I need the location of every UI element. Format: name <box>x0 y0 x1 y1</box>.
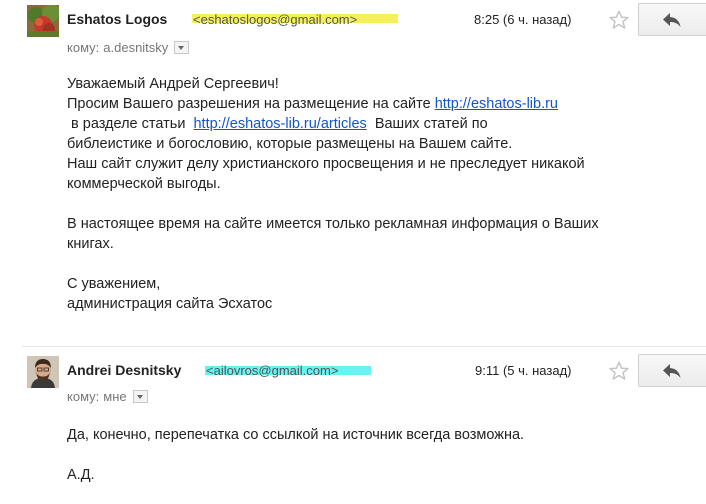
sender-avatar[interactable] <box>27 5 59 37</box>
sender-email: <ailovros@gmail.com> <box>206 363 339 378</box>
sender-avatar[interactable] <box>27 356 59 388</box>
recipient-line: кому: a.desnitsky <box>67 40 190 55</box>
chevron-down-icon[interactable] <box>132 390 148 403</box>
message-time[interactable]: 9:11 (5 ч. назад) <box>475 363 571 378</box>
sender-name[interactable]: Andrei Desnitsky <box>67 362 181 378</box>
reply-arrow-icon <box>663 364 681 378</box>
sender-name[interactable]: Eshatos Logos <box>67 11 167 27</box>
articles-link[interactable]: http://eshatos-lib.ru/articles <box>193 116 366 132</box>
reply-arrow-icon <box>663 13 681 27</box>
body-line: книгах. <box>67 236 114 252</box>
body-line: библеистике и богословию, которые размещ… <box>67 136 513 152</box>
sender-email: <eshatoslogos@gmail.com> <box>193 12 358 27</box>
star-outline-icon[interactable] <box>608 360 630 382</box>
to-value: мне <box>103 389 127 404</box>
body-greeting: Уважаемый Андрей Сергеевич! <box>67 76 279 92</box>
message-1: Eshatos Logos <eshatoslogos@gmail.com> 8… <box>0 0 706 346</box>
message-body: Да, конечно, перепечатка со ссылкой на и… <box>67 425 524 485</box>
body-signature: А.Д. <box>67 467 95 483</box>
to-label: кому: <box>67 389 100 404</box>
body-line: В настоящее время на сайте имеется тольк… <box>67 216 599 232</box>
body-line: Да, конечно, перепечатка со ссылкой на и… <box>67 427 525 443</box>
to-value: a.desnitsky <box>103 40 169 55</box>
body-line: Наш сайт служит делу христианского просв… <box>67 156 585 172</box>
avatar-image <box>27 356 59 388</box>
message-2: Andrei Desnitsky <ailovros@gmail.com> 9:… <box>0 347 706 504</box>
avatar-image <box>27 5 59 37</box>
body-line: в разделе статьи http://eshatos-lib.ru/a… <box>67 116 488 132</box>
body-line: администрация сайта Эсхатос <box>67 296 273 312</box>
message-time[interactable]: 8:25 (6 ч. назад) <box>474 12 571 27</box>
body-line: С уважением, <box>67 276 161 292</box>
body-line: Просим Вашего разрешения на размещение н… <box>67 96 559 112</box>
recipient-line: кому: мне <box>67 389 148 404</box>
body-line: коммерческой выгоды. <box>67 176 221 192</box>
reply-button[interactable] <box>638 3 706 36</box>
chevron-down-icon[interactable] <box>174 41 190 54</box>
site-link[interactable]: http://eshatos-lib.ru <box>435 96 558 112</box>
message-body: Уважаемый Андрей Сергеевич! Просим Вашег… <box>67 74 599 314</box>
star-outline-icon[interactable] <box>608 9 630 31</box>
reply-button[interactable] <box>638 354 706 387</box>
to-label: кому: <box>67 40 100 55</box>
